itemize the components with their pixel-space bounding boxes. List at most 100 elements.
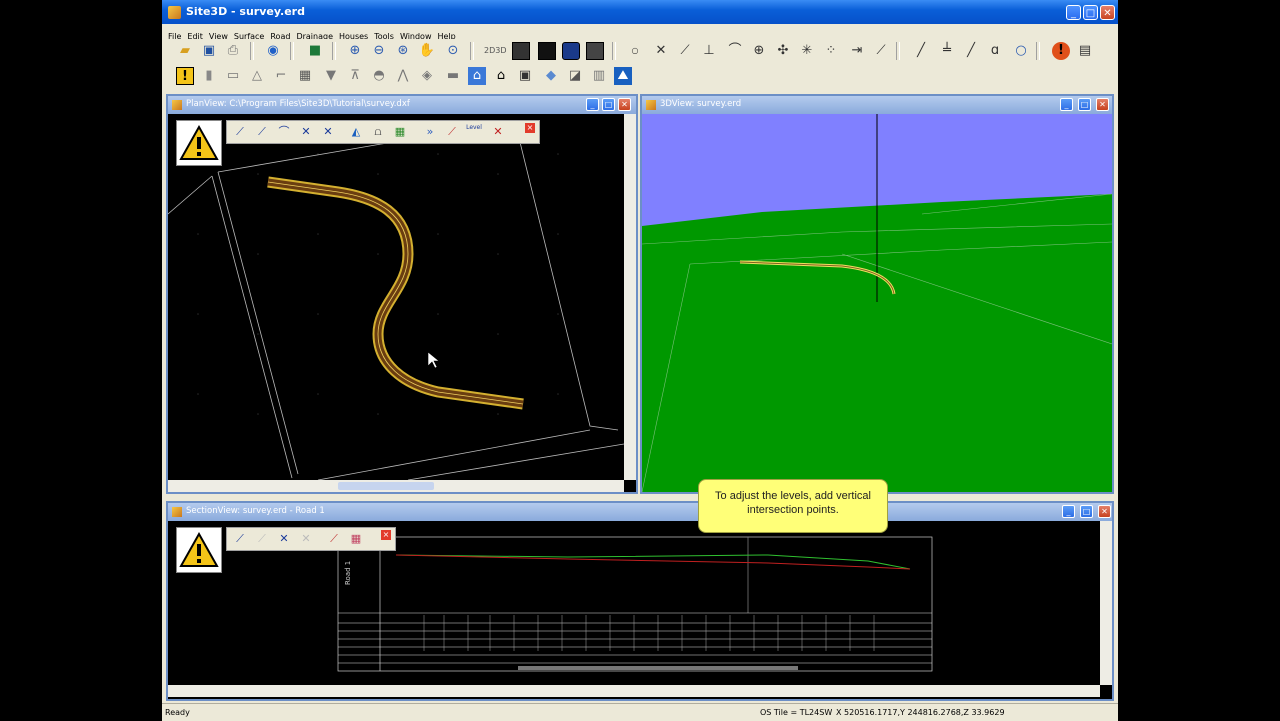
open-icon[interactable]: ▰ <box>176 42 194 60</box>
section-hscroll[interactable] <box>168 685 1100 697</box>
table-icon[interactable]: ▤ <box>1076 42 1094 60</box>
title-bar[interactable]: Site3D - survey.erd _ □ ✕ <box>162 0 1118 25</box>
insert-vip-icon[interactable]: ⟋ <box>253 531 271 547</box>
minimize-button[interactable]: _ <box>1066 5 1081 20</box>
plan-vscroll[interactable] <box>624 114 636 480</box>
vip-table-icon[interactable]: ▦ <box>347 531 365 547</box>
ruler-icon[interactable]: ⟋ <box>872 42 890 60</box>
globe-icon[interactable] <box>562 42 580 60</box>
plan-view-minimize[interactable]: _ <box>586 98 599 111</box>
print-icon[interactable]: ⎙ <box>224 42 242 60</box>
render-dark-icon[interactable] <box>512 42 530 60</box>
layers-icon[interactable]: ■ <box>306 42 324 60</box>
profile-icon[interactable]: ◭ <box>347 124 365 140</box>
stairs-icon[interactable]: ⌐ <box>272 67 290 85</box>
arc-icon[interactable]: ⌒ <box>726 42 744 60</box>
table-green-icon[interactable]: ▦ <box>391 124 409 140</box>
move-node-icon[interactable]: ✕ <box>297 124 315 140</box>
star-icon[interactable]: ✳ <box>798 42 816 60</box>
calculator-icon[interactable]: ▣ <box>516 67 534 85</box>
move-vip-icon[interactable]: ✕ <box>275 531 293 547</box>
menu-bar: File Edit View Surface Road Drainage Houses Too… <box>162 24 1118 41</box>
cross-icon[interactable]: ✕ <box>652 42 670 60</box>
chevrons-icon[interactable]: » <box>421 124 439 140</box>
plan-warning-button[interactable] <box>176 120 222 166</box>
section-view-close[interactable]: ✕ <box>1098 505 1111 518</box>
section-toolbar-close-icon[interactable]: × <box>381 530 391 540</box>
section-view-maximize[interactable]: □ <box>1080 505 1093 518</box>
dots-icon[interactable]: ⁘ <box>822 42 840 60</box>
circle-icon[interactable]: ○ <box>1012 42 1030 60</box>
level-icon[interactable]: ⊥ <box>700 42 718 60</box>
render-gray-icon[interactable] <box>586 42 604 60</box>
move-icon[interactable]: ✣ <box>774 42 792 60</box>
wall-icon[interactable]: ▥ <box>590 67 608 85</box>
level-tool-label[interactable]: Level <box>465 124 483 140</box>
slab-icon[interactable]: ◈ <box>418 67 436 85</box>
point-icon[interactable]: ○ <box>626 42 644 60</box>
node-icon[interactable]: ɑ <box>986 42 1004 60</box>
arch-icon[interactable]: ⋀ <box>394 67 412 85</box>
section-warning-button[interactable] <box>176 527 222 573</box>
house-black-icon[interactable]: ⌂ <box>492 67 510 85</box>
delete-vip-icon[interactable]: ✕ <box>297 531 315 547</box>
3d-view-close[interactable]: ✕ <box>1096 98 1109 111</box>
diagonal-icon[interactable]: ╱ <box>962 42 980 60</box>
target-icon[interactable]: ⊕ <box>750 42 768 60</box>
shapes-icon[interactable]: ◆ <box>542 67 560 85</box>
terrain-icon[interactable]: ⛰ <box>614 67 632 85</box>
back-icon[interactable]: ◉ <box>264 42 282 60</box>
zoom-window-icon[interactable]: ⊛ <box>394 42 412 60</box>
road-icon[interactable]: ▼ <box>322 67 340 85</box>
plan-view-maximize[interactable]: □ <box>602 98 615 111</box>
section-icon[interactable]: ◪ <box>566 67 584 85</box>
column-icon[interactable]: ▮ <box>200 67 218 85</box>
cut-icon[interactable]: ✕ <box>489 124 507 140</box>
vip-color-icon[interactable]: ⟋ <box>325 531 343 547</box>
section-vscroll[interactable] <box>1100 521 1112 685</box>
plan-hscroll-thumb[interactable] <box>338 482 434 490</box>
plan-hscroll[interactable] <box>168 480 624 492</box>
add-node-icon[interactable]: ⟋ <box>231 124 249 140</box>
dimension-icon[interactable]: ╧ <box>938 42 956 60</box>
plan-view-close[interactable]: ✕ <box>618 98 631 111</box>
line-node-icon[interactable]: ⟋ <box>676 42 694 60</box>
maximize-button[interactable]: □ <box>1083 5 1098 20</box>
3d-view-titlebar[interactable]: 3DView: survey.erd _ □ ✕ <box>642 96 1112 114</box>
3d-view-maximize[interactable]: □ <box>1078 98 1091 111</box>
plan-view-titlebar[interactable]: PlanView: C:\Program Files\Site3D\Tutori… <box>168 96 636 114</box>
arc-node-icon[interactable]: ⌒ <box>275 124 293 140</box>
bridge-icon[interactable]: ⩍ <box>369 124 387 140</box>
2d-3d-icon[interactable]: 2D3D <box>484 42 507 60</box>
alert-icon[interactable]: ! <box>1052 42 1070 60</box>
window-title: Site3D - survey.erd <box>186 5 305 18</box>
pan-hand-icon[interactable]: ✋ <box>418 42 436 60</box>
section-view-minimize[interactable]: _ <box>1062 505 1075 518</box>
zoom-extents-icon[interactable]: ⊙ <box>444 42 462 60</box>
plan-canvas[interactable] <box>168 114 624 480</box>
slope-icon[interactable]: ▬ <box>444 67 462 85</box>
insert-node-icon[interactable]: ⟋ <box>253 124 271 140</box>
house-blue-icon[interactable]: ⌂ <box>468 67 486 85</box>
3d-view-title: 3DView: survey.erd <box>660 99 742 109</box>
ramp-icon[interactable]: ⊼ <box>346 67 364 85</box>
zoom-out-icon[interactable]: ⊖ <box>370 42 388 60</box>
add-vip-icon[interactable]: ⟋ <box>231 531 249 547</box>
3d-canvas[interactable] <box>642 114 1112 492</box>
dome-icon[interactable]: ◓ <box>370 67 388 85</box>
render-black-icon[interactable] <box>538 42 556 60</box>
line-icon[interactable]: ╱ <box>912 42 930 60</box>
triangle-icon[interactable]: △ <box>248 67 266 85</box>
delete-node-icon[interactable]: ✕ <box>319 124 337 140</box>
kerb-icon[interactable]: ▭ <box>224 67 242 85</box>
plan-toolbar-close-icon[interactable]: × <box>525 123 535 133</box>
color-node-icon[interactable]: ⟋ <box>443 124 461 140</box>
3d-view-minimize[interactable]: _ <box>1060 98 1073 111</box>
warning-icon[interactable]: ! <box>176 67 194 85</box>
close-button[interactable]: ✕ <box>1100 5 1115 20</box>
zoom-in-icon[interactable]: ⊕ <box>346 42 364 60</box>
section-view-titlebar[interactable]: SectionView: survey.erd - Road 1 _ □ ✕ <box>168 503 1112 521</box>
save-icon[interactable]: ▣ <box>200 42 218 60</box>
grid-icon[interactable]: ▦ <box>296 67 314 85</box>
extend-icon[interactable]: ⇥ <box>848 42 866 60</box>
